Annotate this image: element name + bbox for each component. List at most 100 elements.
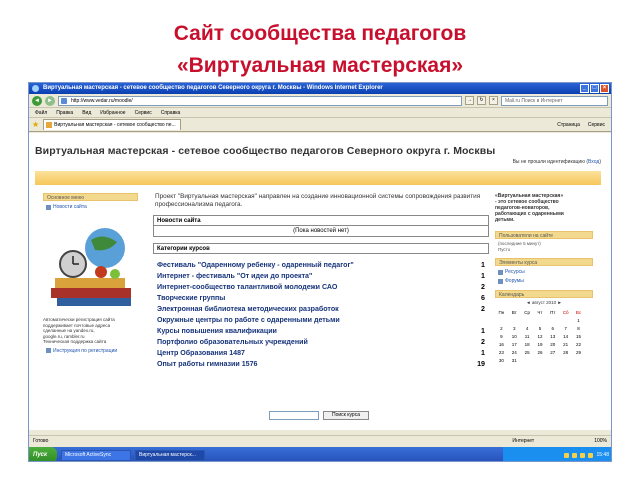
course-name[interactable]: Опыт работы гимназии 1576 — [157, 359, 258, 370]
day[interactable]: 17 — [508, 340, 521, 348]
day[interactable]: 5 — [534, 324, 547, 332]
course-name[interactable]: Центр Образования 1487 — [157, 348, 245, 359]
day[interactable] — [521, 316, 534, 324]
day[interactable]: 24 — [508, 348, 521, 356]
day[interactable]: 12 — [534, 332, 547, 340]
tray-icon[interactable] — [580, 452, 586, 458]
course-name[interactable]: Интернет - фестиваль "От идеи до проекта… — [157, 271, 312, 282]
forward-button[interactable]: ► — [45, 95, 55, 106]
login-link[interactable]: Вход — [588, 159, 599, 165]
day[interactable] — [521, 356, 534, 364]
menu-edit[interactable]: Правка — [56, 108, 73, 117]
menu-help[interactable]: Справка — [161, 108, 181, 117]
day[interactable] — [534, 356, 547, 364]
day[interactable]: 20 — [546, 340, 559, 348]
day[interactable]: 30 — [495, 356, 508, 364]
day[interactable] — [572, 356, 585, 364]
course-name[interactable]: Электронная библиотека методических разр… — [157, 304, 339, 315]
course-name[interactable]: Творческие группы — [157, 293, 225, 304]
day[interactable] — [559, 356, 572, 364]
menu-favorites[interactable]: Избранное — [100, 108, 125, 117]
day[interactable]: 16 — [495, 340, 508, 348]
maximize-button[interactable]: □ — [590, 84, 599, 93]
day[interactable]: 14 — [559, 332, 572, 340]
day[interactable]: 7 — [559, 324, 572, 332]
course-item[interactable]: Курсы повышения квалификации 1 — [153, 326, 489, 337]
day[interactable]: 3 — [508, 324, 521, 332]
course-item[interactable]: Интернет - фестиваль "От идеи до проекта… — [153, 271, 489, 282]
day[interactable]: 25 — [521, 348, 534, 356]
course-name[interactable]: Интернет-сообщество талантливой молодежи… — [157, 282, 337, 293]
tab-active[interactable]: Виртуальная мастерская - сетевое сообщес… — [43, 119, 182, 130]
day[interactable]: 27 — [546, 348, 559, 356]
course-item[interactable]: Интернет-сообщество талантливой молодежи… — [153, 282, 489, 293]
url-field[interactable]: http://www.vedar.ru/moodle/ — [58, 95, 462, 106]
course-item[interactable]: Центр Образования 1487 1 — [153, 348, 489, 359]
course-name[interactable]: Портфолио образовательных учреждений — [157, 337, 308, 348]
day[interactable] — [546, 356, 559, 364]
course-item[interactable]: Фестиваль "Одаренному ребенку - одаренны… — [153, 260, 489, 271]
menu-file[interactable]: Файл — [35, 108, 47, 117]
course-search-input[interactable] — [269, 411, 319, 420]
news-link[interactable]: Новости сайта — [43, 201, 138, 210]
day[interactable] — [559, 316, 572, 324]
zoom-level[interactable]: 100% — [594, 436, 607, 445]
calendar-month[interactable]: ◄ август 2010 ► — [495, 298, 593, 305]
day[interactable] — [495, 316, 508, 324]
day[interactable]: 29 — [572, 348, 585, 356]
course-item[interactable]: Электронная библиотека методических разр… — [153, 304, 489, 315]
day[interactable]: 21 — [559, 340, 572, 348]
day[interactable]: 9 — [495, 332, 508, 340]
day[interactable]: 2 — [495, 324, 508, 332]
day[interactable]: 15 — [572, 332, 585, 340]
day[interactable] — [534, 316, 547, 324]
day[interactable]: 11 — [521, 332, 534, 340]
day[interactable]: 4 — [521, 324, 534, 332]
favorites-star-icon[interactable]: ★ — [32, 120, 39, 129]
day[interactable]: 1 — [572, 316, 585, 324]
tray-icon[interactable] — [572, 452, 578, 458]
menu-view[interactable]: Вид — [82, 108, 91, 117]
day[interactable]: 10 — [508, 332, 521, 340]
course-name[interactable]: Фестиваль "Одаренному ребенку - одаренны… — [157, 260, 354, 271]
course-item[interactable]: Окружные центры по работе с одаренными д… — [153, 315, 489, 326]
day[interactable]: 19 — [534, 340, 547, 348]
close-button[interactable]: × — [600, 84, 609, 93]
minimize-button[interactable]: _ — [580, 84, 589, 93]
day[interactable]: 26 — [534, 348, 547, 356]
instruction-link[interactable]: Инструкция по регистрации — [43, 345, 138, 354]
course-item[interactable]: Опыт работы гимназии 1576 19 — [153, 359, 489, 370]
day[interactable] — [508, 316, 521, 324]
page-menu[interactable]: Страница — [557, 122, 580, 128]
go-button[interactable]: → — [465, 96, 474, 105]
stop-button[interactable]: × — [489, 96, 498, 105]
day[interactable]: 22 — [572, 340, 585, 348]
day[interactable] — [546, 316, 559, 324]
course-name[interactable]: Курсы повышения квалификации — [157, 326, 277, 337]
users-block: Пользователи на сайте (последние 5 минут… — [495, 231, 593, 252]
back-button[interactable]: ◄ — [32, 95, 42, 106]
day[interactable]: 6 — [546, 324, 559, 332]
course-item[interactable]: Творческие группы 6 — [153, 293, 489, 304]
day[interactable]: 23 — [495, 348, 508, 356]
menu-tools[interactable]: Сервис — [135, 108, 152, 117]
search-input[interactable]: Mail.ru Поиск в Интернет — [501, 95, 608, 106]
start-button[interactable]: Пуск — [29, 447, 57, 461]
day[interactable]: 31 — [508, 356, 521, 364]
day[interactable]: 28 — [559, 348, 572, 356]
day[interactable]: 18 — [521, 340, 534, 348]
refresh-button[interactable]: ↻ — [477, 96, 486, 105]
day[interactable]: 8 — [572, 324, 585, 332]
task-activesync[interactable]: Microsoft ActiveSync — [61, 449, 131, 461]
forums-link[interactable]: Форумы — [495, 275, 593, 284]
tools-menu[interactable]: Сервис — [588, 122, 605, 128]
task-browser[interactable]: Виртуальная мастерск... — [135, 449, 205, 461]
course-name[interactable]: Окружные центры по работе с одаренными д… — [157, 315, 340, 326]
resources-link[interactable]: Ресурсы — [495, 266, 593, 275]
day[interactable]: 13 — [546, 332, 559, 340]
course-search-button[interactable]: Поиск курса — [323, 411, 369, 420]
tray-icon[interactable] — [588, 452, 594, 458]
course-item[interactable]: Портфолио образовательных учреждений 2 — [153, 337, 489, 348]
tray-icon[interactable] — [564, 452, 570, 458]
weekday: Чт — [537, 309, 543, 315]
